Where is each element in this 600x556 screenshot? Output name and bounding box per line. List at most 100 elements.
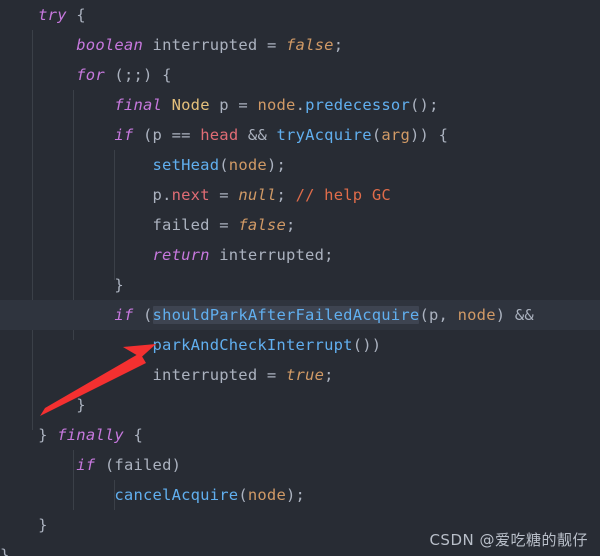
token-semicolon: ;	[324, 246, 334, 264]
token-paren: (	[238, 486, 248, 504]
token-keyword-try: try	[38, 6, 67, 24]
token-paren: (	[219, 156, 229, 174]
token-keyword-finally: finally	[57, 426, 124, 444]
token-close: ())	[352, 336, 382, 354]
code-line-1[interactable]: try {	[0, 0, 600, 30]
code-line-8[interactable]: failed = false;	[0, 210, 600, 240]
token-var-p: p	[428, 306, 439, 324]
token-field-head: head	[200, 126, 239, 144]
token-literal-true: true	[285, 366, 325, 384]
token-open-brace: {	[123, 426, 144, 444]
code-line-10[interactable]: }	[0, 270, 600, 300]
token-var-p: p	[219, 96, 229, 114]
token-fn-parkandcheckinterrupt: parkAndCheckInterrupt	[152, 336, 353, 354]
token-comma: ,	[438, 306, 458, 324]
token-semicolon: ;	[333, 36, 344, 54]
token-call-end: ();	[410, 96, 439, 114]
token-var-p: p	[152, 186, 163, 204]
token-literal-false: false	[238, 216, 286, 234]
code-line-15[interactable]: } finally {	[0, 420, 600, 450]
code-line-12[interactable]: parkAndCheckInterrupt())	[0, 330, 600, 360]
token-var-interrupted: interrupted	[152, 366, 258, 384]
token-var-node: node	[247, 486, 286, 504]
token-close: );	[286, 486, 306, 504]
token-close: )	[495, 306, 515, 324]
token-var-p: p	[152, 126, 163, 144]
token-literal-null: null	[238, 186, 277, 204]
code-line-13[interactable]: interrupted = true;	[0, 360, 600, 390]
token-dot: .	[295, 96, 306, 114]
token-and: &&	[238, 126, 277, 144]
token-close: );	[266, 156, 287, 174]
token-close-brace: }	[114, 276, 124, 294]
token-fn-predecessor: predecessor	[305, 96, 410, 114]
token-close-brace: }	[38, 516, 48, 534]
token-keyword-if: if	[114, 126, 134, 144]
token-paren: (	[371, 126, 382, 144]
token-dot: .	[162, 186, 172, 204]
code-line-6[interactable]: setHead(node);	[0, 150, 600, 180]
token-var-interrupted: interrupted	[152, 36, 258, 54]
code-lines[interactable]: try { boolean interrupted = false; for (…	[0, 0, 600, 556]
token-keyword-final: final	[114, 96, 163, 114]
token-literal-false: false	[286, 36, 334, 54]
code-editor[interactable]: try { boolean interrupted = false; for (…	[0, 0, 600, 556]
token-keyword-if: if	[76, 456, 96, 474]
token-var-failed: failed	[114, 456, 172, 474]
token-assign: =	[257, 366, 286, 384]
token-close-brace: }	[0, 546, 10, 556]
token-paren: (	[133, 126, 153, 144]
token-var-interrupted: interrupted	[219, 246, 325, 264]
token-semicolon: ;	[286, 216, 296, 234]
code-line-5[interactable]: if (p == head && tryAcquire(arg)) {	[0, 120, 600, 150]
token-paren: (	[419, 306, 429, 324]
code-line-17[interactable]: cancelAcquire(node);	[0, 480, 600, 510]
code-line-14[interactable]: }	[0, 390, 600, 420]
token-close: )) {	[410, 126, 449, 144]
token-close: )	[171, 456, 182, 474]
token-var-node: node	[257, 96, 296, 114]
token-assign: =	[209, 186, 239, 204]
code-line-3[interactable]: for (;;) {	[0, 60, 600, 90]
token-assign: =	[228, 96, 258, 114]
token-keyword-if: if	[114, 306, 134, 324]
token-var-node: node	[457, 306, 496, 324]
token-paren: (	[95, 456, 115, 474]
token-keyword-boolean: boolean	[76, 36, 143, 54]
code-line-16[interactable]: if (failed)	[0, 450, 600, 480]
token-close-brace: }	[76, 396, 86, 414]
code-line-2[interactable]: boolean interrupted = false;	[0, 30, 600, 60]
token-assign: =	[257, 36, 287, 54]
token-fn-shouldparkafterfailedacquire-selected[interactable]: shouldParkAfterFailedAcquire	[152, 306, 420, 324]
code-line-7[interactable]: p.next = null; // help GC	[0, 180, 600, 210]
code-line-4[interactable]: final Node p = node.predecessor();	[0, 90, 600, 120]
token-punct: {	[66, 6, 86, 24]
token-var-node: node	[228, 156, 267, 174]
token-and: &&	[514, 306, 534, 324]
token-fn-cancelacquire: cancelAcquire	[114, 486, 239, 504]
code-line-9[interactable]: return interrupted;	[0, 240, 600, 270]
code-line-11[interactable]: if (shouldParkAfterFailedAcquire(p, node…	[0, 300, 600, 330]
token-field-next: next	[171, 186, 210, 204]
token-eq: ==	[162, 126, 201, 144]
token-semicolon: ;	[276, 186, 296, 204]
token-keyword-for: for	[76, 66, 105, 84]
